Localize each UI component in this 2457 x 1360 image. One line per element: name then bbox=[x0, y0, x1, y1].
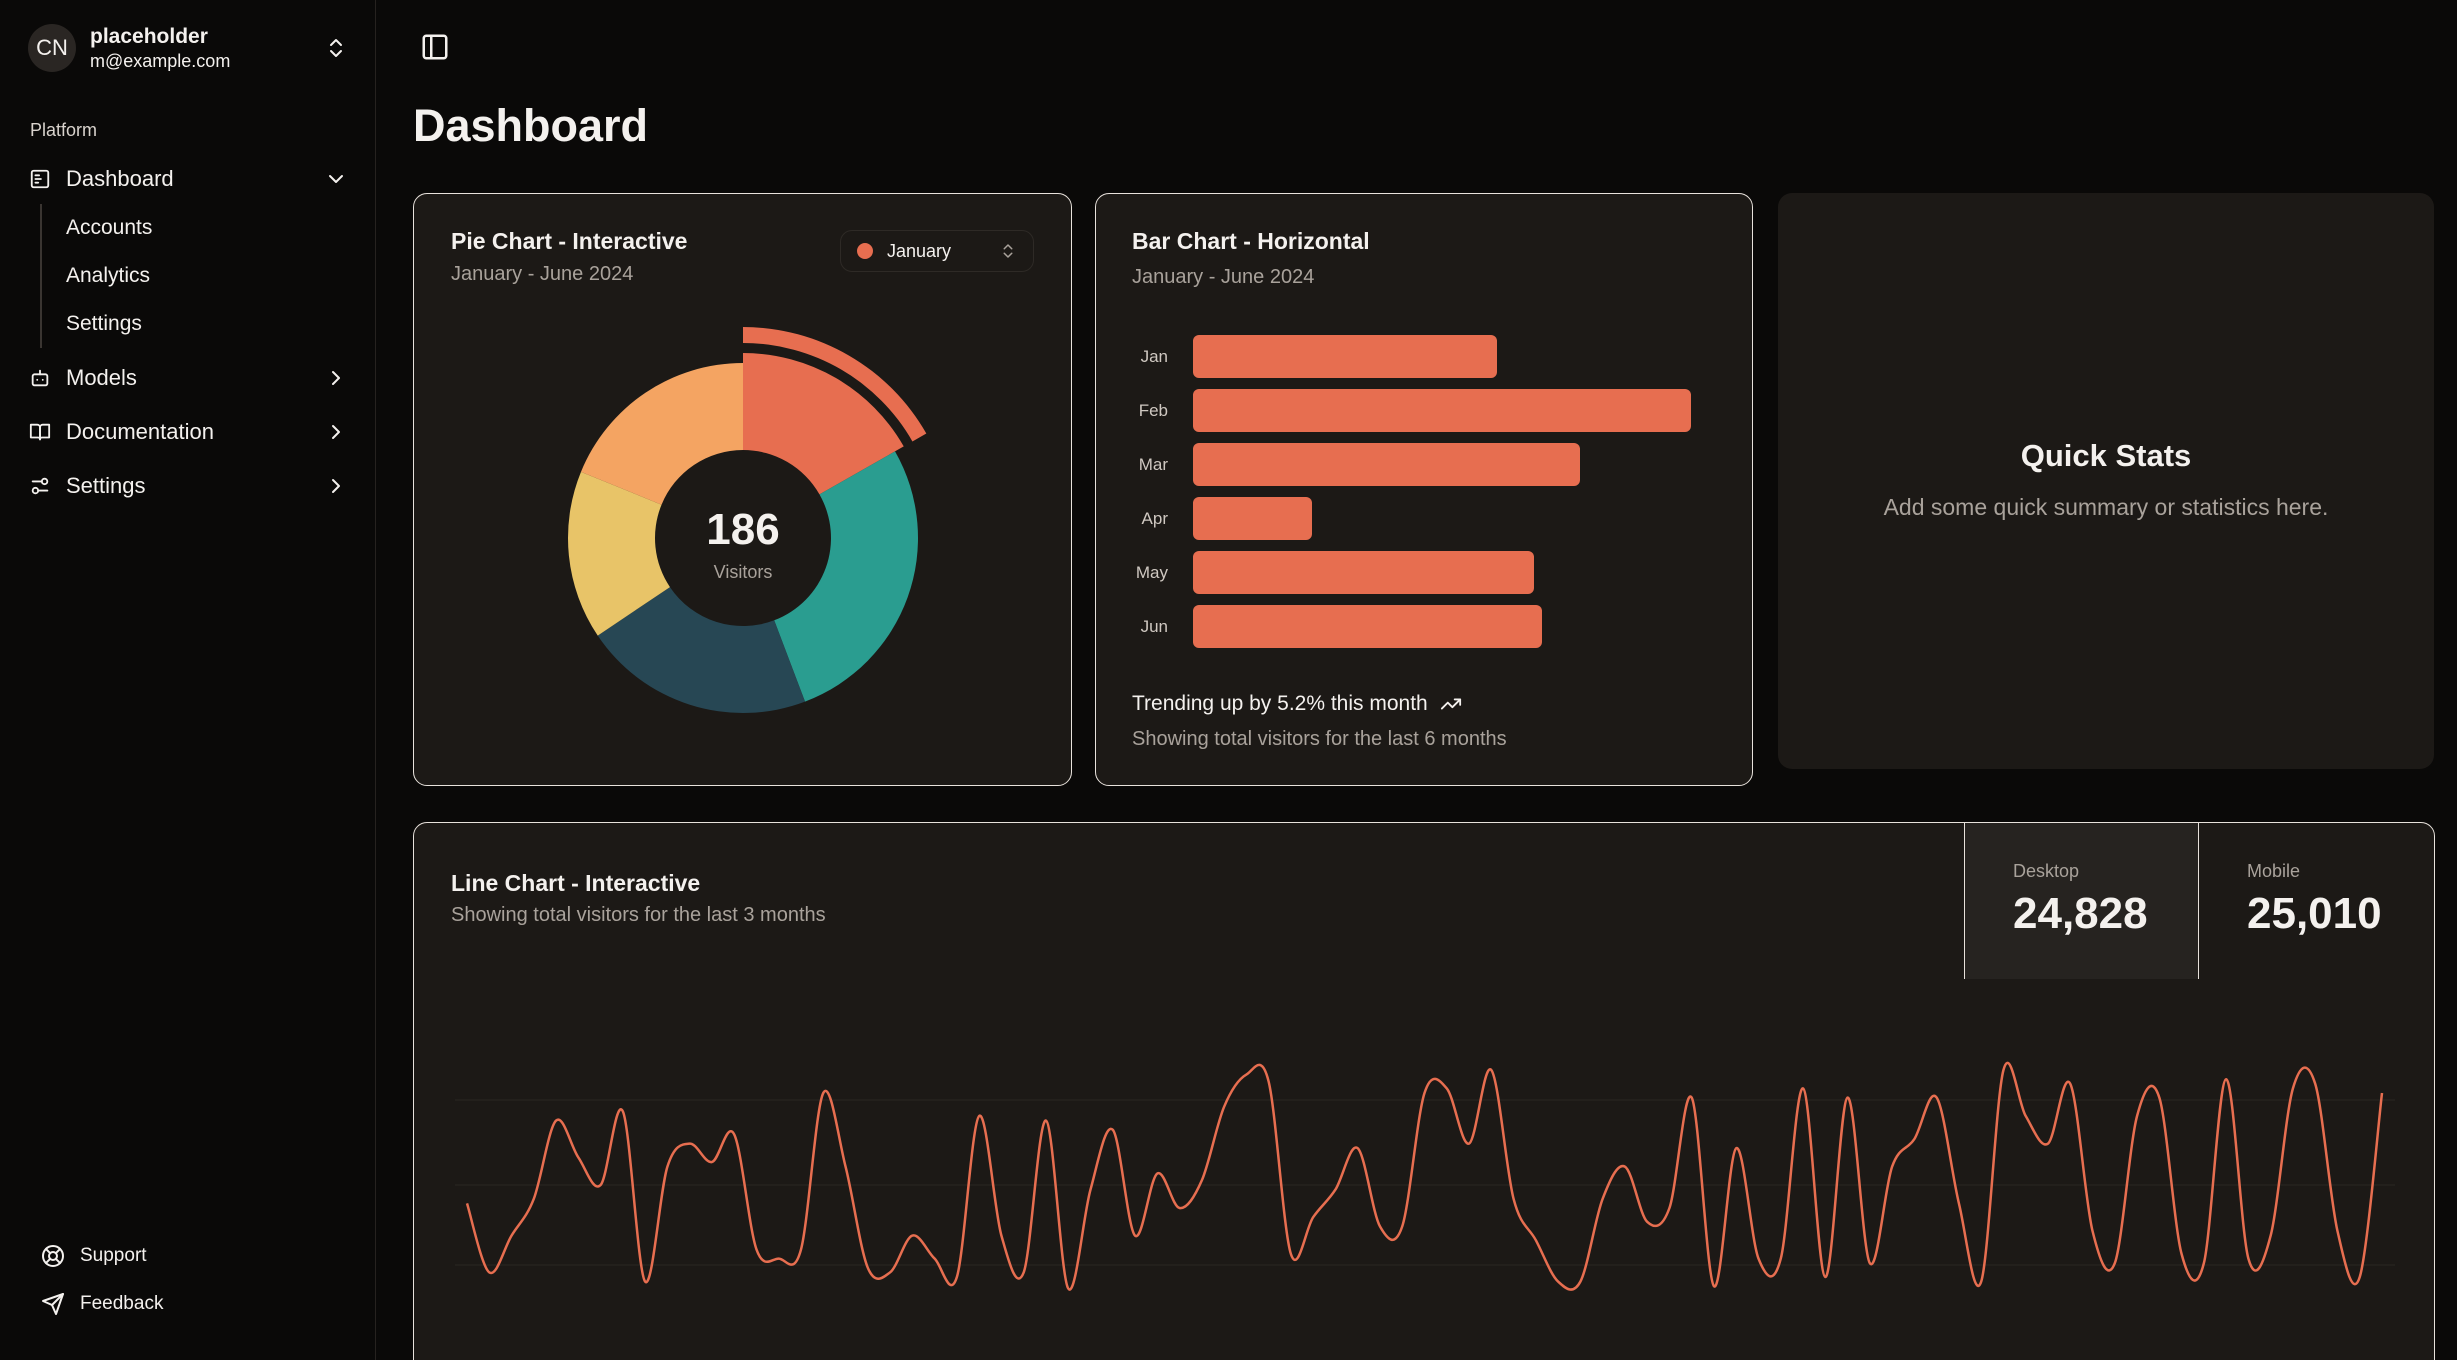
quick-stats-subtitle: Add some quick summary or statistics her… bbox=[1883, 494, 2329, 520]
avatar: CN bbox=[28, 24, 76, 72]
stat-value: 24,828 bbox=[2013, 889, 2148, 938]
bar-apr[interactable] bbox=[1193, 497, 1312, 540]
submenu-line bbox=[40, 204, 42, 348]
trend-text: Trending up by 5.2% this month bbox=[1132, 692, 1462, 716]
sidebar-feedback[interactable]: Feedback bbox=[40, 1286, 163, 1322]
trending-up-icon bbox=[1440, 698, 1461, 710]
bar-label-feb: Feb bbox=[1138, 401, 1168, 420]
feedback-label: Feedback bbox=[80, 1293, 164, 1314]
send-icon bbox=[40, 1291, 66, 1317]
pie-chart bbox=[568, 327, 927, 714]
sidebar-subitem-analytics[interactable]: Analytics bbox=[66, 258, 150, 294]
bar-label-may: May bbox=[1135, 563, 1168, 582]
stat-label: Desktop bbox=[2013, 861, 2080, 881]
chevron-right-icon bbox=[332, 479, 340, 493]
sidebar: CN placeholder m@example.com Platform Da… bbox=[0, 0, 376, 1360]
chevrons-up-down-icon bbox=[330, 39, 342, 57]
bot-icon bbox=[28, 366, 52, 390]
bar-label-mar: Mar bbox=[1138, 455, 1168, 474]
sidebar-subitem-settings[interactable]: Settings bbox=[66, 306, 142, 342]
line-card-title: Line Chart - Interactive bbox=[451, 870, 701, 896]
dashboard-icon bbox=[28, 167, 52, 191]
chevron-right-icon bbox=[332, 425, 340, 439]
sidebar-item-models[interactable]: Models bbox=[28, 356, 348, 400]
line-chart bbox=[455, 1061, 2395, 1291]
sidebar-support[interactable]: Support bbox=[40, 1238, 147, 1274]
bar-card-title: Bar Chart - Horizontal bbox=[1132, 228, 1370, 254]
user-info: placeholder m@example.com bbox=[90, 24, 230, 72]
bar-card-footer: Showing total visitors for the last 6 mo… bbox=[1132, 728, 1507, 750]
bar-card-subtitle: January - June 2024 bbox=[1132, 266, 1315, 288]
sidebar-group-label: Platform bbox=[30, 120, 98, 140]
stat-value: 25,010 bbox=[2247, 889, 2382, 938]
bar-jan[interactable] bbox=[1193, 335, 1497, 378]
trend-label: Trending up by 5.2% this month bbox=[1132, 692, 1428, 715]
stat-label: Mobile bbox=[2247, 861, 2301, 881]
book-icon bbox=[28, 420, 52, 444]
sidebar-item-label: Models bbox=[66, 365, 137, 390]
bar-may[interactable] bbox=[1193, 551, 1534, 594]
sidebar-item-settings[interactable]: Settings bbox=[28, 464, 348, 508]
bar-feb[interactable] bbox=[1193, 389, 1691, 432]
sliders-icon bbox=[28, 474, 52, 498]
chevron-down-icon bbox=[329, 175, 343, 183]
sidebar-toggle-icon[interactable] bbox=[420, 32, 450, 62]
sidebar-item-dashboard[interactable]: Dashboard bbox=[28, 157, 348, 201]
user-name: placeholder bbox=[90, 25, 208, 48]
sidebar-subitem-accounts[interactable]: Accounts bbox=[66, 210, 152, 246]
quick-stats-title: Quick Stats bbox=[2020, 438, 2192, 473]
sidebar-item-label: Settings bbox=[66, 473, 146, 498]
line-series-desktop bbox=[465, 1061, 2384, 1291]
bar-mar[interactable] bbox=[1193, 443, 1580, 486]
app: CN placeholder m@example.com Platform Da… bbox=[0, 0, 2457, 1360]
sidebar-item-label: Documentation bbox=[66, 419, 214, 444]
life-buoy-icon bbox=[40, 1243, 66, 1269]
bar-label-apr: Apr bbox=[1141, 509, 1168, 528]
stat-desktop[interactable]: Desktop 24,828 bbox=[1964, 823, 2198, 979]
pie-center-label: Visitors bbox=[713, 562, 773, 582]
pie-center-value: 186 bbox=[706, 505, 780, 554]
bar-label-jun: Jun bbox=[1140, 617, 1168, 636]
line-card-subtitle: Showing total visitors for the last 3 mo… bbox=[451, 904, 826, 926]
stat-mobile[interactable]: Mobile 25,010 bbox=[2198, 823, 2434, 979]
bar-label-jan: Jan bbox=[1140, 347, 1168, 366]
chevron-right-icon bbox=[332, 371, 340, 385]
support-label: Support bbox=[80, 1245, 147, 1266]
quick-stats-card bbox=[1778, 193, 2434, 769]
page-title: Dashboard bbox=[413, 100, 649, 151]
bar-jun[interactable] bbox=[1193, 605, 1542, 648]
sidebar-item-documentation[interactable]: Documentation bbox=[28, 410, 348, 454]
user-email: m@example.com bbox=[90, 51, 231, 71]
sidebar-item-label: Dashboard bbox=[66, 166, 174, 191]
user-switcher[interactable]: CN placeholder m@example.com bbox=[28, 22, 348, 74]
